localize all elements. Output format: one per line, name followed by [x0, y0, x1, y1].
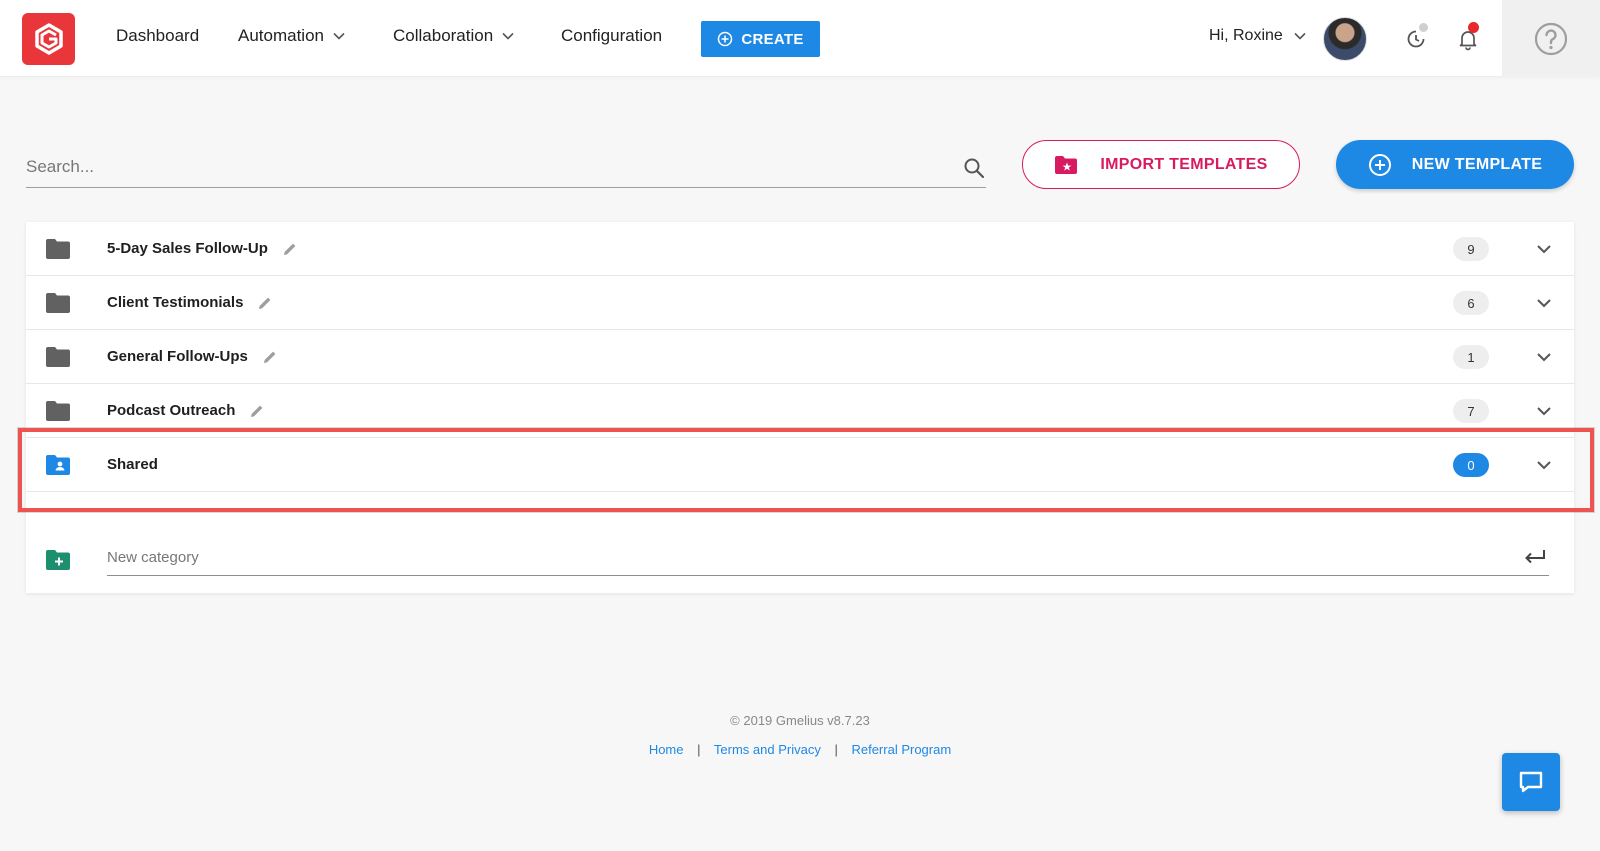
nav-collaboration[interactable]: Collaboration [393, 26, 515, 46]
nav-collaboration-label: Collaboration [393, 26, 494, 45]
footer-link-terms[interactable]: Terms and Privacy [714, 742, 821, 757]
import-templates-label: IMPORT TEMPLATES [1100, 155, 1268, 173]
folder-icon [46, 347, 70, 367]
pencil-icon[interactable] [262, 349, 278, 365]
category-name-wrap: Shared [107, 456, 158, 473]
add-folder-icon [46, 550, 70, 570]
new-category-input[interactable] [107, 540, 1549, 574]
help-circle-icon [1534, 22, 1568, 55]
chevron-down-icon[interactable] [1533, 400, 1555, 422]
footer-separator: | [697, 742, 701, 757]
new-category-field [107, 540, 1549, 576]
footer-copyright: © 2019 Gmelius v8.7.23 [730, 713, 870, 728]
list-spacer [26, 492, 1574, 534]
enter-key-icon[interactable] [1523, 547, 1547, 567]
help-button[interactable] [1502, 0, 1600, 77]
shared-folder-icon [46, 455, 70, 475]
nav-configuration[interactable]: Configuration [561, 26, 662, 46]
category-row[interactable]: Client Testimonials 6 [26, 276, 1574, 330]
plus-circle-icon [718, 31, 733, 47]
nav-automation[interactable]: Automation [238, 26, 346, 46]
chevron-down-icon [502, 32, 514, 40]
template-categories-list: 5-Day Sales Follow-Up 9 Client Testimoni… [26, 222, 1574, 593]
pencil-icon[interactable] [282, 241, 298, 257]
new-template-button[interactable]: NEW TEMPLATE [1336, 140, 1574, 189]
category-name: General Follow-Ups [107, 348, 248, 365]
new-template-label: NEW TEMPLATE [1411, 155, 1543, 173]
chevron-down-icon[interactable] [1533, 238, 1555, 260]
category-name-wrap: 5-Day Sales Follow-Up [107, 240, 298, 257]
chevron-down-icon[interactable] [1533, 454, 1555, 476]
category-name: Shared [107, 456, 158, 473]
search-icon[interactable] [962, 156, 986, 180]
category-name: Client Testimonials [107, 294, 244, 311]
footer-separator: | [834, 742, 838, 757]
category-row-shared[interactable]: Shared 0 [26, 438, 1574, 492]
new-category-row [26, 534, 1574, 593]
chat-bubble-icon [1519, 771, 1543, 793]
nav-automation-label: Automation [238, 26, 324, 45]
category-count-badge: 9 [1453, 237, 1489, 261]
category-count-badge: 7 [1453, 399, 1489, 423]
category-name-wrap: Podcast Outreach [107, 402, 265, 419]
category-row[interactable]: Podcast Outreach 7 [26, 384, 1574, 438]
chevron-down-icon[interactable] [1533, 292, 1555, 314]
gmelius-logo-icon[interactable] [22, 13, 75, 65]
user-menu[interactable]: Hi, Roxine [1209, 27, 1307, 45]
category-count-badge: 1 [1453, 345, 1489, 369]
plus-circle-icon [1368, 153, 1391, 176]
search-input[interactable] [26, 148, 986, 186]
avatar[interactable] [1323, 17, 1367, 61]
nav-dashboard[interactable]: Dashboard [116, 26, 199, 46]
category-name: 5-Day Sales Follow-Up [107, 240, 268, 257]
category-row[interactable]: 5-Day Sales Follow-Up 9 [26, 222, 1574, 276]
category-name: Podcast Outreach [107, 402, 236, 419]
nav-configuration-label: Configuration [561, 26, 663, 45]
notification-badge [1468, 22, 1479, 33]
user-greeting: Hi, Roxine [1209, 27, 1283, 44]
star-folder-icon [1055, 155, 1078, 174]
pencil-icon[interactable] [257, 295, 273, 311]
chevron-down-icon[interactable] [1533, 346, 1555, 368]
chevron-down-icon [333, 32, 345, 40]
search-field [26, 148, 986, 188]
footer-link-home[interactable]: Home [649, 742, 684, 757]
import-templates-button[interactable]: IMPORT TEMPLATES [1022, 140, 1300, 189]
nav-dashboard-label: Dashboard [116, 26, 200, 45]
category-name-wrap: Client Testimonials [107, 294, 273, 311]
folder-icon [46, 239, 70, 259]
history-indicator-dot [1419, 23, 1428, 32]
category-count-badge: 0 [1453, 453, 1489, 477]
folder-icon [46, 293, 70, 313]
folder-icon [46, 401, 70, 421]
create-button[interactable]: CREATE [701, 21, 820, 57]
chevron-down-icon [1294, 32, 1306, 40]
chat-button[interactable] [1502, 753, 1560, 811]
footer-links: Home | Terms and Privacy | Referral Prog… [0, 742, 1600, 757]
create-button-label: CREATE [741, 30, 804, 48]
pencil-icon[interactable] [249, 403, 265, 419]
top-navigation-bar: Dashboard Automation Collaboration Confi… [0, 0, 1600, 77]
footer-link-referral[interactable]: Referral Program [851, 742, 951, 757]
category-row[interactable]: General Follow-Ups 1 [26, 330, 1574, 384]
category-name-wrap: General Follow-Ups [107, 348, 278, 365]
category-count-badge: 6 [1453, 291, 1489, 315]
